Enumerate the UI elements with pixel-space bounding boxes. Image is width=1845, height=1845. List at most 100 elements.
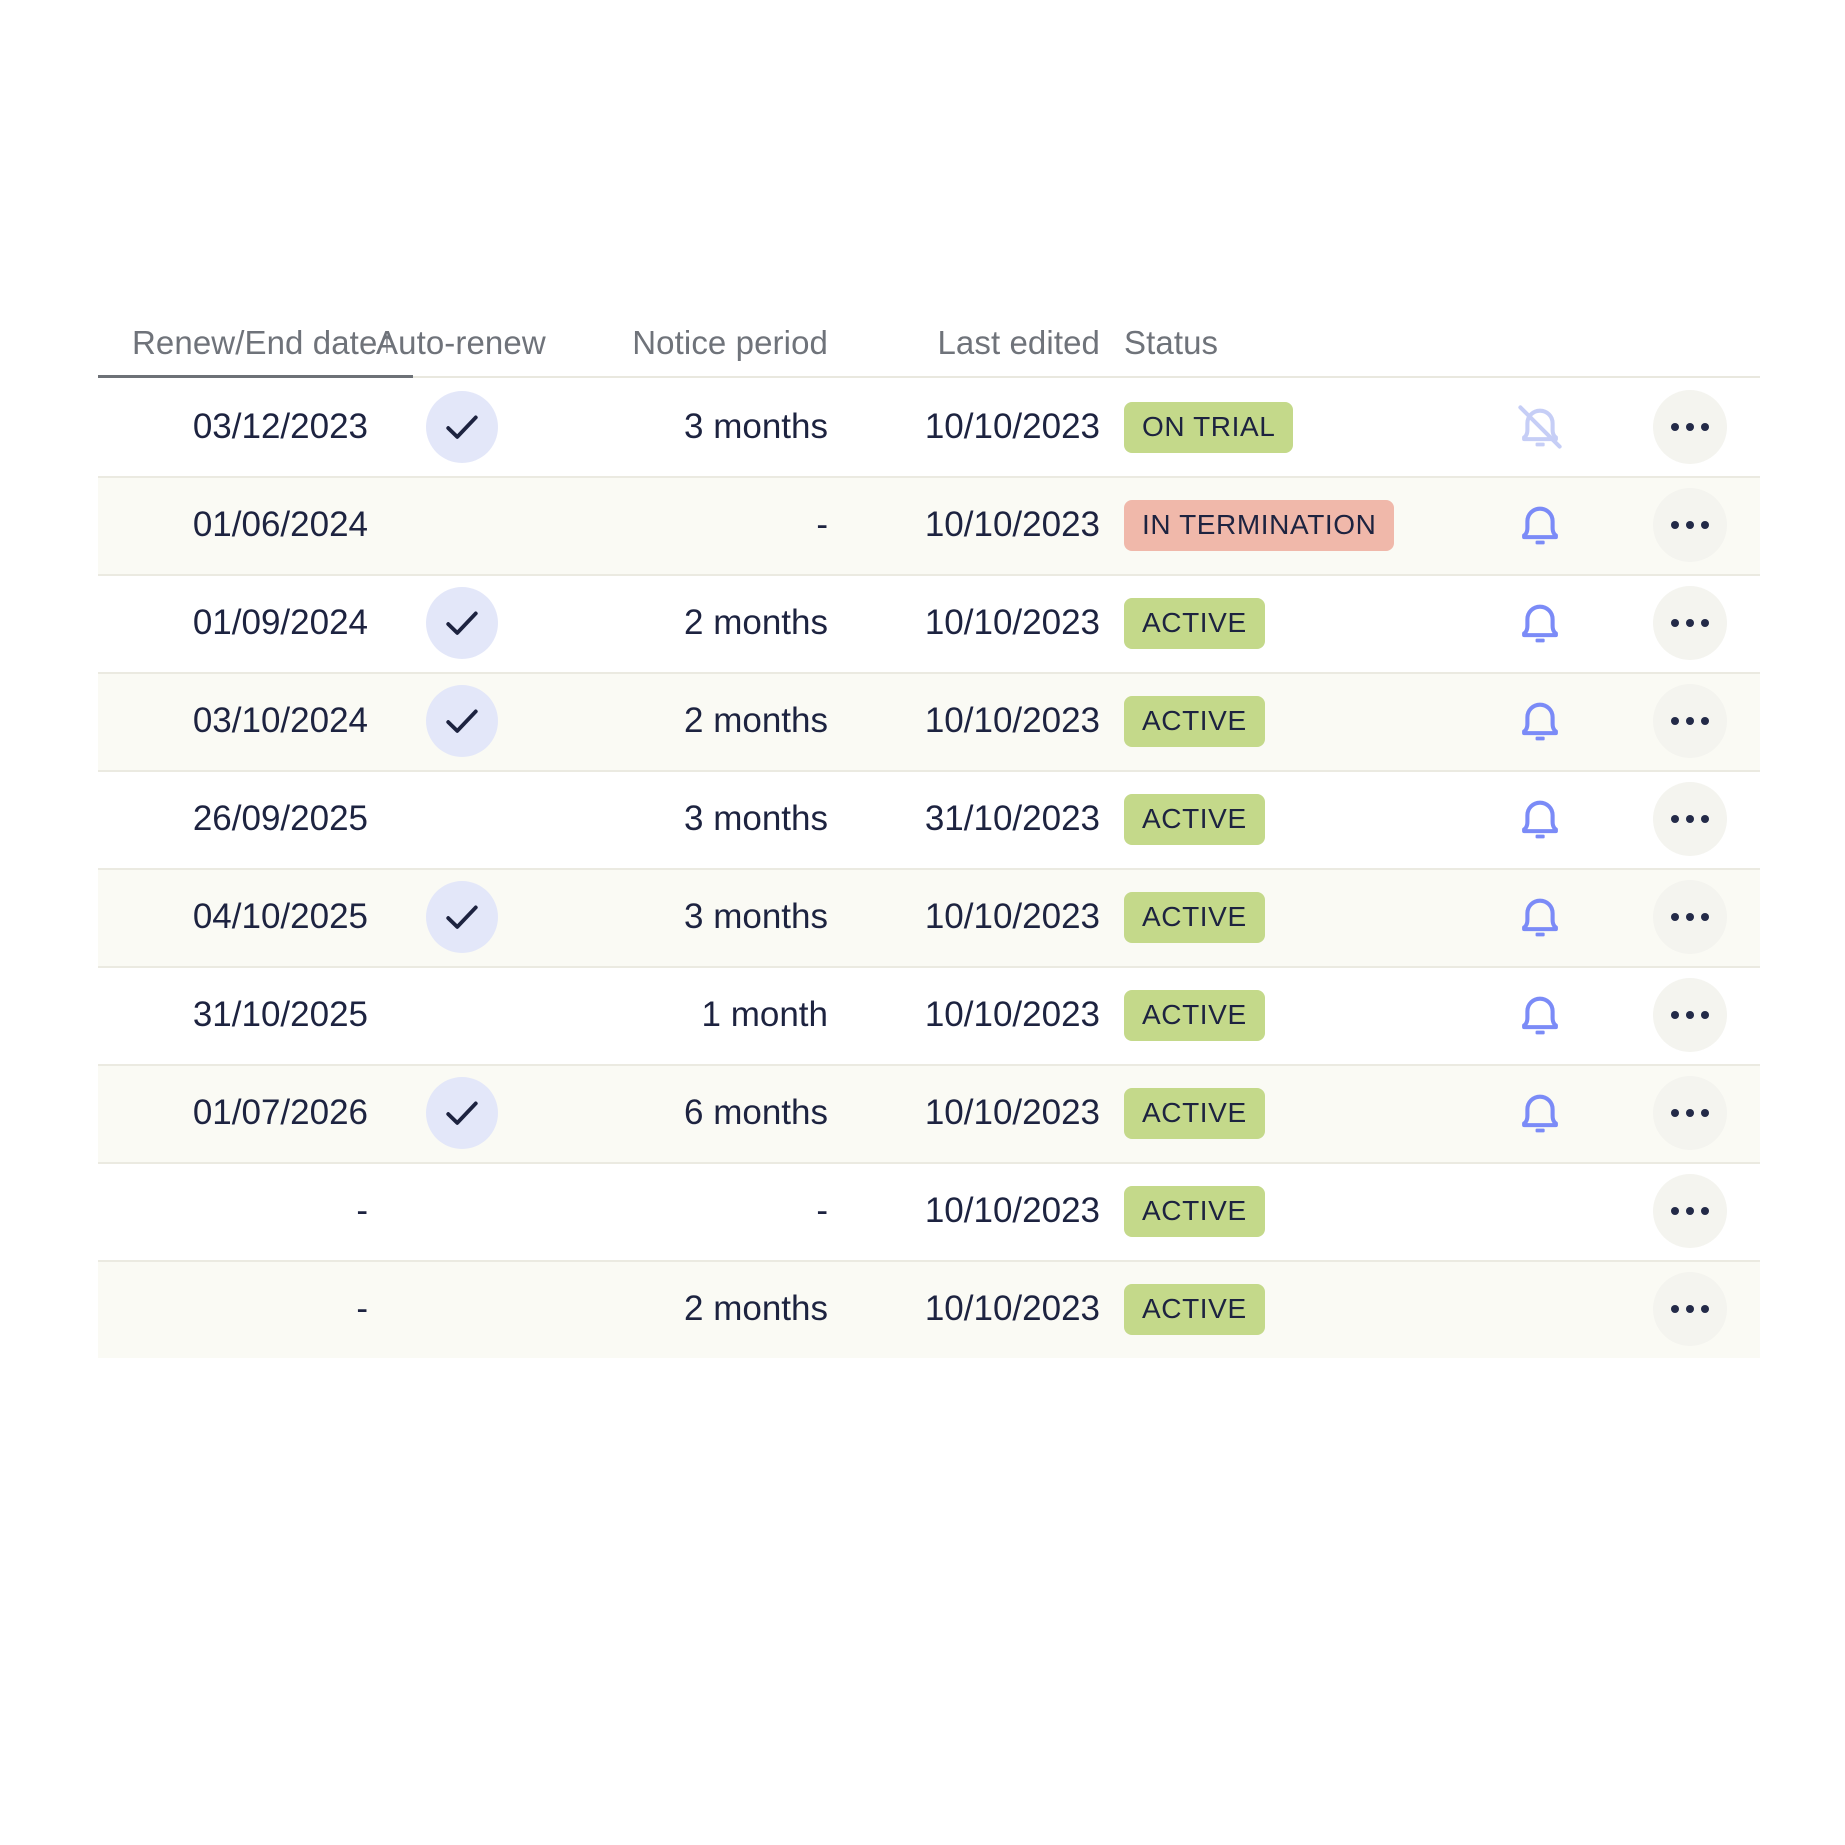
more-options-button[interactable]: [1653, 684, 1727, 758]
column-header-renew-end-date[interactable]: Renew/End date↑: [98, 324, 394, 378]
notice-period-value: -: [816, 505, 828, 544]
kebab-dot: [1671, 1207, 1679, 1215]
cell-renew-end-date: 01/09/2024: [98, 603, 376, 643]
cell-notification: [1460, 392, 1620, 462]
column-header-label: Notice period: [632, 324, 828, 361]
status-badge: ACTIVE: [1124, 891, 1265, 943]
bell-icon[interactable]: [1505, 882, 1575, 952]
table-row[interactable]: 03/10/2024 2 months 10/10/2023 ACTIVE: [98, 672, 1760, 770]
cell-notification: [1460, 784, 1620, 854]
more-options-button[interactable]: [1653, 978, 1727, 1052]
bell-icon[interactable]: [1505, 784, 1575, 854]
kebab-dot: [1701, 1207, 1709, 1215]
table-row[interactable]: 01/06/2024 - 10/10/2023 IN TERMINATION: [98, 476, 1760, 574]
cell-last-edited: 10/10/2023: [828, 1093, 1100, 1133]
notice-period-value: 3 months: [684, 897, 828, 936]
check-icon: [426, 1077, 498, 1149]
bell-icon[interactable]: [1505, 588, 1575, 658]
check-icon: [426, 685, 498, 757]
renew-end-date-value: 04/10/2025: [192, 897, 368, 936]
status-badge: ACTIVE: [1124, 1185, 1265, 1237]
last-edited-value: 10/10/2023: [924, 407, 1100, 446]
column-header-notice-period[interactable]: Notice period: [548, 324, 828, 378]
more-options-button[interactable]: [1653, 586, 1727, 660]
column-header-actions: [1620, 362, 1760, 378]
notice-period-value: 1 month: [701, 995, 828, 1034]
more-options-button[interactable]: [1653, 1076, 1727, 1150]
kebab-dot: [1686, 423, 1694, 431]
more-options-button[interactable]: [1653, 782, 1727, 856]
cell-last-edited: 10/10/2023: [828, 603, 1100, 643]
kebab-dot: [1686, 815, 1694, 823]
cell-renew-end-date: 26/09/2025: [98, 799, 376, 839]
cell-notification: [1460, 1176, 1620, 1246]
kebab-dot: [1701, 619, 1709, 627]
bell-icon[interactable]: [1505, 686, 1575, 756]
column-header-label: Last edited: [937, 324, 1100, 361]
more-options-button[interactable]: [1653, 1174, 1727, 1248]
kebab-dot: [1671, 1011, 1679, 1019]
more-options-button[interactable]: [1653, 488, 1727, 562]
table-row[interactable]: 01/07/2026 6 months 10/10/2023 ACTIVE: [98, 1064, 1760, 1162]
notice-period-value: 2 months: [684, 603, 828, 642]
last-edited-value: 10/10/2023: [924, 603, 1100, 642]
cell-actions: [1620, 390, 1760, 464]
kebab-dot: [1701, 1011, 1709, 1019]
cell-notification: [1460, 1078, 1620, 1148]
column-header-status[interactable]: Status: [1100, 324, 1460, 378]
bell-icon[interactable]: [1505, 1078, 1575, 1148]
kebab-dot: [1701, 521, 1709, 529]
cell-last-edited: 10/10/2023: [828, 1289, 1100, 1329]
cell-status: ACTIVE: [1100, 1283, 1460, 1335]
cell-status: ACTIVE: [1100, 1185, 1460, 1237]
notice-period-value: 2 months: [684, 701, 828, 740]
more-options-button[interactable]: [1653, 390, 1727, 464]
cell-auto-renew: [376, 1077, 548, 1149]
more-options-button[interactable]: [1653, 1272, 1727, 1346]
column-header-auto-renew[interactable]: Auto-renew: [376, 324, 548, 378]
cell-notice-period: 1 month: [548, 995, 828, 1035]
status-badge: ACTIVE: [1124, 989, 1265, 1041]
status-badge: IN TERMINATION: [1124, 499, 1395, 551]
kebab-dot: [1671, 1109, 1679, 1117]
status-badge: ACTIVE: [1124, 695, 1265, 747]
cell-actions: [1620, 684, 1760, 758]
notice-period-value: -: [816, 1191, 828, 1230]
kebab-dot: [1701, 717, 1709, 725]
status-badge: ACTIVE: [1124, 1087, 1265, 1139]
table-row[interactable]: 31/10/2025 1 month 10/10/2023 ACTIVE: [98, 966, 1760, 1064]
renew-end-date-value: 26/09/2025: [192, 799, 368, 838]
kebab-dot: [1686, 1109, 1694, 1117]
column-header-last-edited[interactable]: Last edited: [828, 324, 1100, 378]
cell-actions: [1620, 1272, 1760, 1346]
table-row[interactable]: - 2 months 10/10/2023 ACTIVE: [98, 1260, 1760, 1358]
sort-ascending-icon[interactable]: ↑: [379, 326, 394, 360]
table-row[interactable]: 04/10/2025 3 months 10/10/2023 ACTIVE: [98, 868, 1760, 966]
renew-end-date-value: 01/07/2026: [192, 1093, 368, 1132]
more-options-button[interactable]: [1653, 880, 1727, 954]
bell-off-icon[interactable]: [1505, 392, 1575, 462]
kebab-dot: [1671, 619, 1679, 627]
cell-last-edited: 10/10/2023: [828, 995, 1100, 1035]
last-edited-value: 10/10/2023: [924, 995, 1100, 1034]
cell-last-edited: 10/10/2023: [828, 701, 1100, 741]
cell-last-edited: 10/10/2023: [828, 897, 1100, 937]
kebab-dot: [1671, 1305, 1679, 1313]
notice-period-value: 3 months: [684, 799, 828, 838]
table-row[interactable]: - - 10/10/2023 ACTIVE: [98, 1162, 1760, 1260]
renew-end-date-value: 01/06/2024: [192, 505, 368, 544]
active-sort-indicator: [98, 375, 413, 378]
kebab-dot: [1671, 913, 1679, 921]
table-row[interactable]: 26/09/2025 3 months 31/10/2023 ACTIVE: [98, 770, 1760, 868]
kebab-dot: [1671, 423, 1679, 431]
cell-notification: [1460, 980, 1620, 1050]
bell-icon[interactable]: [1505, 490, 1575, 560]
cell-notice-period: 3 months: [548, 799, 828, 839]
table-row[interactable]: 03/12/2023 3 months 10/10/2023 ON TRIAL: [98, 378, 1760, 476]
column-header-label: Auto-renew: [376, 324, 546, 361]
page-root: Renew/End date↑ Auto-renew Notice period…: [0, 0, 1845, 1845]
bell-icon[interactable]: [1505, 980, 1575, 1050]
table-row[interactable]: 01/09/2024 2 months 10/10/2023 ACTIVE: [98, 574, 1760, 672]
cell-notice-period: 3 months: [548, 897, 828, 937]
cell-auto-renew: [376, 587, 548, 659]
